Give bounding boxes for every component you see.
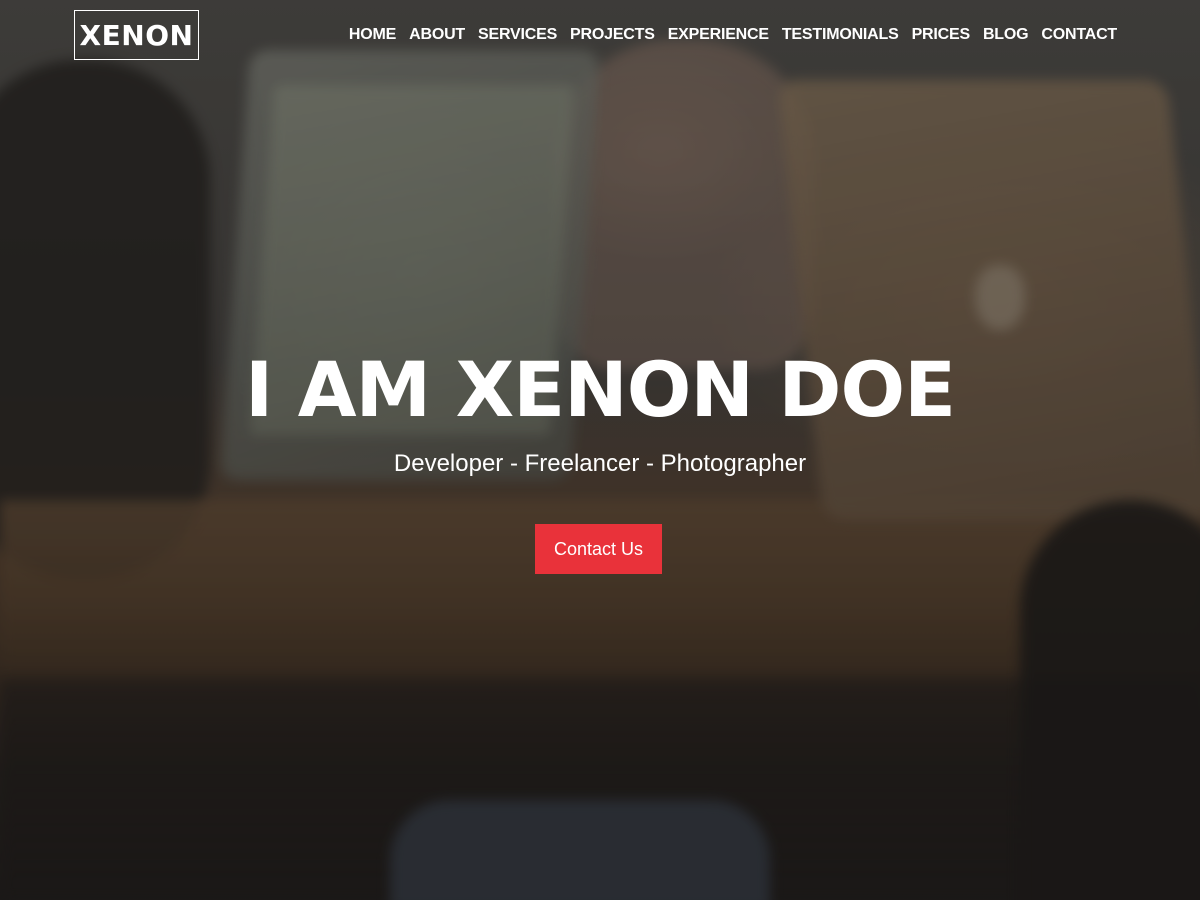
nav-item-blog[interactable]: BLOG [983,26,1029,44]
nav-item-experience[interactable]: EXPERIENCE [668,26,769,44]
hero-subtitle: Developer - Freelancer - Photographer [393,450,807,477]
nav-item-projects[interactable]: PROJECTS [570,26,655,44]
nav-item-services[interactable]: SERVICES [478,26,557,44]
nav-item-prices[interactable]: PRICES [912,26,971,44]
nav-item-home[interactable]: HOME [349,26,396,44]
hero-title: I AM XENON DOE [244,345,956,434]
nav-item-testimonials[interactable]: TESTIMONIALS [782,26,899,44]
site-logo[interactable]: XENON [74,10,199,60]
hero-section: XENON HOME ABOUT SERVICES PROJECTS EXPER… [0,0,1200,900]
nav-item-contact[interactable]: CONTACT [1041,26,1117,44]
nav-item-about[interactable]: ABOUT [409,26,465,44]
contact-us-button[interactable]: Contact Us [535,524,662,574]
main-navigation: HOME ABOUT SERVICES PROJECTS EXPERIENCE … [349,26,1117,44]
